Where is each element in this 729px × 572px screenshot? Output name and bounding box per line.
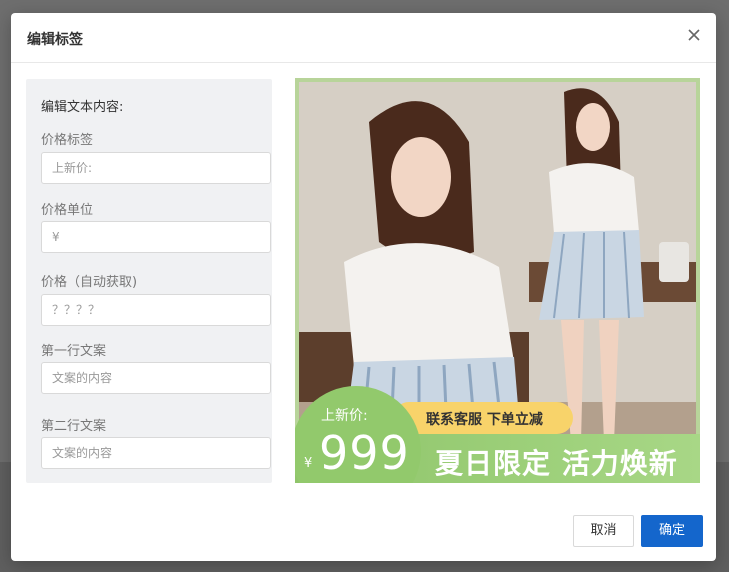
close-icon (688, 29, 700, 41)
cancel-button[interactable]: 取消 (573, 515, 634, 547)
text-form-panel: 编辑文本内容: 价格标签 上新价: 价格单位 ¥ 价格（自动获取) ？？？？ 第… (26, 79, 272, 483)
price-value: 999 (319, 426, 410, 480)
price-tag-input[interactable]: 上新价: (41, 152, 271, 184)
dialog-header: 编辑标签 (11, 13, 716, 63)
promo-text: 夏日限定 活力焕新 (435, 447, 678, 480)
close-button[interactable] (684, 25, 704, 45)
confirm-button[interactable]: 确定 (641, 515, 703, 547)
price-tag-label: 价格标签 (41, 133, 94, 148)
edit-label-dialog: 编辑标签 编辑文本内容: 价格标签 上新价: 价格单位 ¥ 价格（自动获取) ？… (11, 13, 716, 561)
price-auto-input[interactable]: ？？？？ (41, 294, 271, 326)
price-unit-input[interactable]: ¥ (41, 221, 271, 253)
dialog-title: 编辑标签 (27, 32, 83, 48)
line1-copy-input[interactable]: 文案的内容 (41, 362, 271, 394)
form-heading: 编辑文本内容: (41, 100, 124, 115)
currency-symbol: ¥ (304, 456, 313, 471)
line2-copy-label: 第二行文案 (41, 419, 107, 434)
line1-copy-label: 第一行文案 (41, 344, 107, 359)
price-auto-label: 价格（自动获取) (41, 275, 138, 290)
label-preview: 联系客服 下单立减 上新价: ¥ 999 夏日限定 活力焕新 (295, 78, 700, 483)
price-unit-label: 价格单位 (41, 203, 94, 218)
line2-copy-input[interactable]: 文案的内容 (41, 437, 271, 469)
new-price-label: 上新价: (321, 408, 368, 424)
